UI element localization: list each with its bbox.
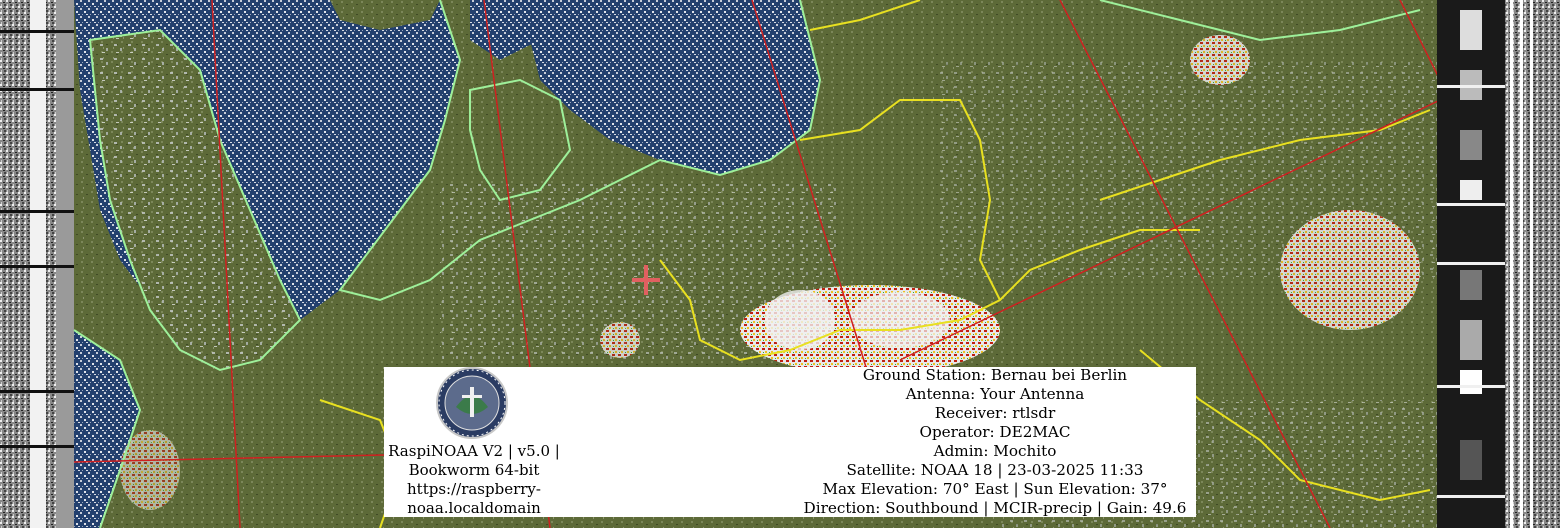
elevation-label: Max Elevation: 70° East | Sun Elevation:… — [822, 480, 1168, 498]
ground-station-label: Ground Station: Bernau bei Berlin — [862, 366, 1128, 384]
direction-label: Direction: Southbound | MCIR-precip | Ga… — [803, 499, 1187, 517]
admin-label: Admin: Mochito — [933, 442, 1057, 460]
software-line-2: Bookworm 64-bit — [408, 461, 540, 479]
pass-info: Ground Station: Bernau bei Berlin Antenn… — [790, 366, 1200, 518]
software-line-4: noaa.localdomain — [407, 499, 541, 517]
satellite-label: Satellite: NOAA 18 | 23-03-2025 11:33 — [846, 461, 1144, 479]
software-line-1: RaspiNOAA V2 | v5.0 | — [388, 442, 560, 460]
software-line-3: https://raspberry- — [407, 480, 541, 498]
raspinoaa-logo — [436, 367, 508, 439]
software-info: RaspiNOAA V2 | v5.0 | Bookworm 64-bit ht… — [384, 442, 564, 518]
antenna-label: Antenna: Your Antenna — [905, 385, 1085, 403]
receiver-label: Receiver: rtlsdr — [934, 404, 1056, 422]
operator-label: Operator: DE2MAC — [919, 423, 1071, 441]
